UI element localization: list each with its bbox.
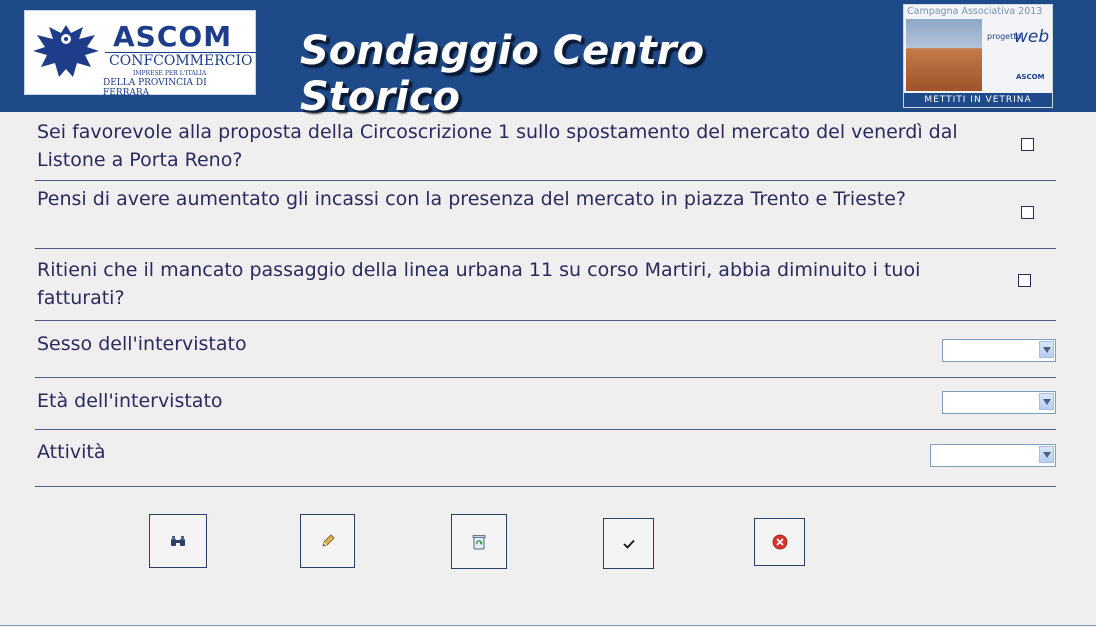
header-bar: ASCOM CONFCOMMERCIO IMPRESE PER L'ITALIA… bbox=[0, 0, 1096, 120]
question-2-checkbox[interactable] bbox=[1021, 206, 1034, 219]
edit-button[interactable] bbox=[300, 514, 355, 568]
recycle-bin-icon bbox=[472, 534, 486, 549]
campaign-logo: Campagna Associativa 2013 progetto web A… bbox=[903, 4, 1053, 108]
campaign-label: Campagna Associativa 2013 bbox=[907, 6, 1043, 17]
web-label: web bbox=[1014, 27, 1050, 47]
chevron-down-icon[interactable] bbox=[1039, 341, 1054, 358]
question-text: Ritieni che il mancato passaggio della l… bbox=[37, 259, 921, 309]
page-title: Sondaggio Centro Storico bbox=[300, 28, 705, 120]
sex-select[interactable] bbox=[942, 339, 1056, 362]
confcommercio-label: CONFCOMMERCIO bbox=[105, 52, 257, 69]
ascom-small-label: ASCOM bbox=[1016, 73, 1045, 81]
close-circle-icon bbox=[772, 534, 787, 550]
slogan-strip: METTITI IN VETRINA bbox=[904, 93, 1052, 107]
question-text: Pensi di avere aumentato gli incassi con… bbox=[37, 188, 906, 210]
question-row-2: Pensi di avere aumentato gli incassi con… bbox=[35, 181, 1056, 249]
delete-button[interactable] bbox=[451, 514, 507, 569]
question-row-1: Sei favorevole alla proposta della Circo… bbox=[35, 112, 1056, 181]
pencil-icon bbox=[321, 534, 335, 547]
search-button[interactable] bbox=[149, 514, 207, 568]
field-label: Sesso dell'intervistato bbox=[37, 333, 247, 355]
field-label: Età dell'intervistato bbox=[37, 390, 223, 412]
question-text: Sei favorevole alla proposta della Circo… bbox=[37, 121, 958, 171]
question-row-3: Ritieni che il mancato passaggio della l… bbox=[35, 249, 1056, 321]
ascom-wordmark: ASCOM bbox=[113, 20, 233, 53]
binoculars-icon bbox=[171, 536, 185, 546]
field-label: Attività bbox=[37, 441, 106, 463]
imprese-label: IMPRESE PER L'ITALIA bbox=[133, 70, 207, 77]
chevron-down-icon[interactable] bbox=[1039, 393, 1054, 410]
activity-select[interactable] bbox=[930, 444, 1056, 467]
field-row-sex: Sesso dell'intervistato bbox=[35, 321, 1056, 378]
ascom-logo: ASCOM CONFCOMMERCIO IMPRESE PER L'ITALIA… bbox=[24, 10, 257, 98]
bottom-divider bbox=[0, 625, 1096, 626]
field-row-age: Età dell'intervistato bbox=[35, 378, 1056, 430]
age-select[interactable] bbox=[942, 391, 1056, 414]
field-row-activity: Attività bbox=[35, 430, 1056, 487]
confirm-button[interactable] bbox=[603, 518, 654, 569]
question-3-checkbox[interactable] bbox=[1018, 274, 1031, 287]
eagle-icon bbox=[33, 25, 99, 77]
province-label: DELLA PROVINCIA DI FERRARA bbox=[103, 78, 207, 98]
castle-image bbox=[906, 19, 982, 91]
checkmark-icon bbox=[622, 539, 635, 549]
cancel-button[interactable] bbox=[754, 518, 805, 566]
question-1-checkbox[interactable] bbox=[1021, 138, 1034, 151]
chevron-down-icon[interactable] bbox=[1039, 446, 1054, 463]
